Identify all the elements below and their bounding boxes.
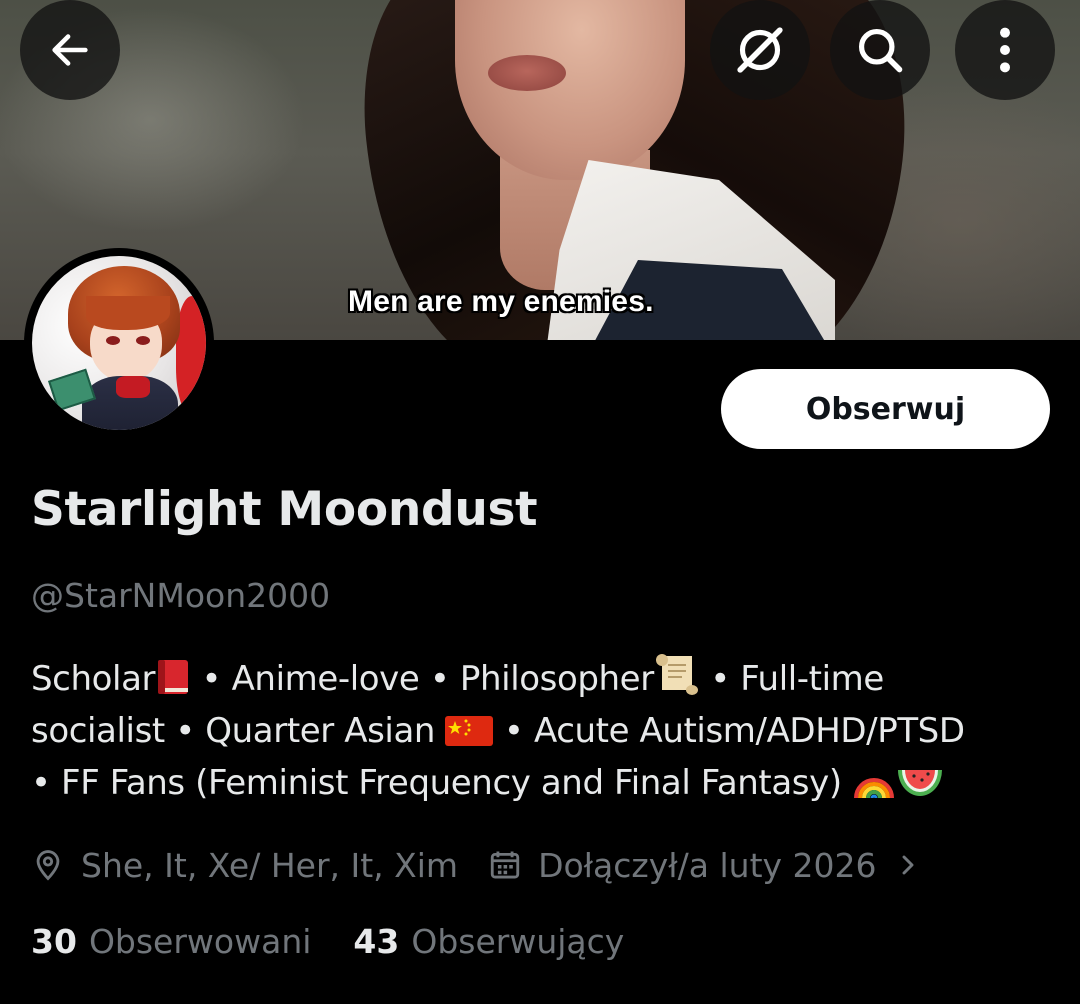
watermelon-icon bbox=[898, 770, 943, 796]
following-count: 30 bbox=[31, 922, 77, 961]
bio-philosopher: Philosopher bbox=[459, 659, 654, 699]
bio-fulltime: • Full-time bbox=[699, 659, 884, 699]
bio-quarter-asian: socialist • Quarter Asian bbox=[31, 711, 446, 751]
avatar-eye-right bbox=[136, 336, 150, 345]
following-label: Obserwowani bbox=[88, 922, 312, 961]
following-link[interactable]: 30 Obserwowani bbox=[31, 922, 311, 961]
profile-bio: Scholar • Anime-love • Philosopher • Ful… bbox=[31, 652, 1061, 809]
avatar-bangs bbox=[86, 296, 170, 330]
location-item: She, It, Xe/ Her, It, Xim bbox=[31, 846, 458, 885]
avatar-ribbon bbox=[116, 376, 150, 398]
follow-button[interactable]: Obserwuj bbox=[721, 369, 1050, 449]
joined-text: Dołączył/a luty 2026 bbox=[538, 845, 877, 885]
bio-scholar: Scholar bbox=[31, 659, 156, 699]
avatar-image bbox=[32, 256, 206, 430]
location-pin-icon bbox=[36, 850, 60, 881]
more-button[interactable] bbox=[955, 0, 1055, 100]
location-text: She, It, Xe/ Her, It, Xim bbox=[81, 845, 459, 885]
avatar[interactable] bbox=[24, 248, 214, 438]
back-button[interactable] bbox=[20, 0, 120, 100]
calendar-icon bbox=[490, 851, 520, 879]
bio-ff-fans: • FF Fans (Feminist Frequency and Final … bbox=[31, 763, 853, 803]
followers-link[interactable]: 43 Obserwujący bbox=[353, 922, 624, 961]
avatar-eye-left bbox=[106, 336, 120, 345]
scroll-icon bbox=[655, 654, 698, 695]
bio-conditions: • Acute Autism/ADHD/PTSD bbox=[493, 711, 965, 751]
profile-meta: She, It, Xe/ Her, It, Xim Dołączył/a lut… bbox=[31, 840, 921, 890]
search-icon bbox=[858, 28, 903, 73]
banner-lips bbox=[488, 55, 566, 91]
chevron-right-icon bbox=[902, 855, 913, 875]
red-book-icon bbox=[158, 660, 189, 694]
display-name: Starlight Moondust bbox=[31, 482, 538, 537]
rainbow-icon bbox=[854, 778, 895, 799]
joined-item[interactable]: Dołączył/a luty 2026 bbox=[488, 846, 920, 885]
bio-line-2: socialist • Quarter Asian • Acute Autism… bbox=[31, 705, 1061, 757]
avatar-red-edge bbox=[176, 296, 206, 416]
followers-count: 43 bbox=[353, 922, 400, 961]
banner-caption: Men are my enemies. bbox=[348, 285, 654, 318]
bio-line-3: • FF Fans (Feminist Frequency and Final … bbox=[31, 757, 1061, 809]
arrow-left-icon bbox=[52, 34, 88, 66]
followers-label: Obserwujący bbox=[411, 922, 625, 961]
follow-stats: 30 Obserwowani 43 Obserwujący bbox=[31, 922, 624, 961]
bio-line-1: Scholar • Anime-love • Philosopher • Ful… bbox=[31, 652, 1061, 705]
grok-icon bbox=[737, 27, 783, 73]
grok-button[interactable] bbox=[710, 0, 810, 100]
search-button[interactable] bbox=[830, 0, 930, 100]
user-handle: @StarNMoon2000 bbox=[31, 576, 331, 615]
china-flag-icon bbox=[445, 716, 494, 746]
bio-anime: • Anime-love • bbox=[191, 659, 460, 699]
more-vertical-icon bbox=[1000, 27, 1010, 73]
